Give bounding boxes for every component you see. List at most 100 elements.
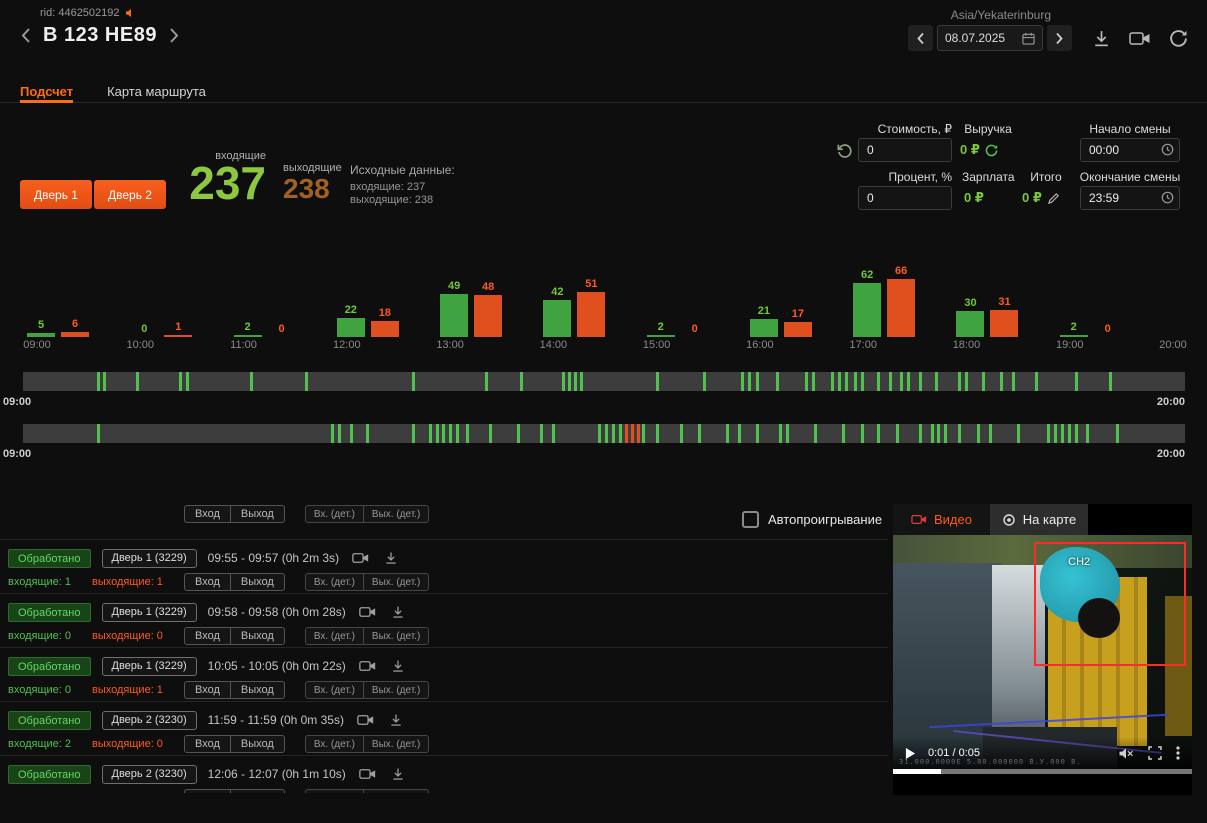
event-download-icon[interactable] (389, 604, 407, 620)
enter-det-button[interactable]: Вх. (дет.) (305, 573, 364, 591)
enter-det-button[interactable]: Вх. (дет.) (305, 789, 364, 793)
timeline-tick (838, 372, 841, 391)
door2-button[interactable]: Дверь 2 (94, 180, 166, 209)
bar-value: 2 (658, 321, 664, 333)
timeline-tick (1035, 372, 1038, 391)
video-camera-icon[interactable] (1127, 29, 1153, 48)
shift-end-input[interactable] (1080, 186, 1180, 210)
timeline-tick (568, 372, 571, 391)
video-controls: 0:01 / 0:05 (893, 737, 1192, 769)
bar-value: 49 (448, 280, 460, 292)
timeline-tick (814, 424, 817, 443)
vehicle-title: В 123 НЕ89 (43, 24, 157, 47)
timeline-tick (1109, 372, 1112, 391)
event-video-icon[interactable] (357, 605, 378, 619)
timeline-strip-2: 09:00 20:00 (3, 424, 1185, 460)
door-button[interactable]: Дверь 2 (3230) (102, 765, 197, 784)
timeline-bar-1[interactable] (23, 372, 1185, 391)
bar-value: 48 (482, 281, 494, 293)
timeline-tick (97, 372, 100, 391)
exit-det-button[interactable]: Вых. (дет.) (363, 505, 429, 523)
enter-button[interactable]: Вход (184, 735, 231, 753)
door-button[interactable]: Дверь 1 (3229) (102, 549, 197, 568)
tab-map[interactable]: На карте (990, 504, 1088, 535)
exit-det-button[interactable]: Вых. (дет.) (363, 627, 429, 645)
door-button[interactable]: Дверь 2 (3230) (102, 711, 197, 730)
timeline-tick (877, 372, 880, 391)
events-list: Вход Выход Вх. (дет.) Вых. (дет.) Обрабо… (0, 497, 888, 793)
exit-button[interactable]: Выход (230, 681, 285, 699)
enter-button[interactable]: Вход (184, 573, 231, 591)
edit-total-icon[interactable] (1047, 192, 1060, 205)
cost-input[interactable] (858, 138, 952, 162)
event-video-icon[interactable] (355, 713, 376, 727)
percent-input[interactable] (858, 186, 952, 210)
bar-in-12:00: 22 (337, 257, 365, 337)
download-report-icon[interactable] (1090, 27, 1113, 50)
tab-route-map[interactable]: Карта маршрута (107, 70, 206, 103)
more-options-icon[interactable] (1174, 744, 1182, 762)
exit-button[interactable]: Выход (230, 627, 285, 645)
exit-button[interactable]: Выход (230, 735, 285, 753)
refresh-icon[interactable] (1167, 27, 1190, 50)
exit-button[interactable]: Выход (230, 789, 285, 793)
timeline-tick (520, 372, 523, 391)
video-frame[interactable]: CH2 31.000.0000Е 5.00.000000 В.У.000 В. (893, 535, 1192, 769)
rid-alert-icon (125, 8, 135, 18)
reset-calc-icon[interactable] (836, 142, 853, 159)
enter-button[interactable]: Вход (184, 505, 231, 523)
exit-det-button[interactable]: Вых. (дет.) (363, 789, 429, 793)
timeline-tick (485, 372, 488, 391)
revenue-refresh-icon[interactable] (985, 144, 998, 157)
enter-button[interactable]: Вход (184, 789, 231, 793)
video-time: 0:01 / 0:05 (928, 747, 980, 759)
enter-button[interactable]: Вход (184, 681, 231, 699)
bar-in-13:00: 49 (440, 257, 468, 337)
exit-button[interactable]: Выход (230, 573, 285, 591)
event-download-icon[interactable] (387, 712, 405, 728)
door-button[interactable]: Дверь 1 (3229) (102, 657, 197, 676)
exit-button[interactable]: Выход (230, 505, 285, 523)
event-time: 09:58 - 09:58 (0h 0m 28s) (208, 605, 346, 619)
event-video-icon[interactable] (350, 551, 371, 565)
video-progress-bar[interactable] (893, 769, 1192, 774)
salary-label: Зарплата (962, 170, 1015, 184)
prev-vehicle-button[interactable] (18, 25, 33, 46)
next-date-button[interactable] (1047, 25, 1072, 51)
exit-det-button[interactable]: Вых. (дет.) (363, 735, 429, 753)
event-video-icon[interactable] (357, 767, 378, 781)
door1-button[interactable]: Дверь 1 (20, 180, 92, 209)
enter-button[interactable]: Вход (184, 627, 231, 645)
timeline-tick (861, 424, 864, 443)
timeline-bar-2[interactable] (23, 424, 1185, 443)
calendar-icon[interactable] (1022, 32, 1035, 45)
event-download-icon[interactable] (389, 766, 407, 782)
exit-det-button[interactable]: Вых. (дет.) (363, 681, 429, 699)
play-button[interactable] (903, 745, 918, 762)
event-download-icon[interactable] (382, 550, 400, 566)
axis-label: 15:00 (643, 339, 671, 351)
enter-det-button[interactable]: Вх. (дет.) (305, 505, 364, 523)
tab-video[interactable]: Видео (893, 504, 990, 535)
timeline-tick (338, 424, 341, 443)
timeline-tick (756, 424, 759, 443)
exit-det-button[interactable]: Вых. (дет.) (363, 573, 429, 591)
timeline-tick (756, 372, 759, 391)
prev-date-button[interactable] (908, 25, 933, 51)
bar-rect (990, 310, 1018, 337)
enter-det-button[interactable]: Вх. (дет.) (305, 627, 364, 645)
fullscreen-icon[interactable] (1146, 744, 1164, 762)
mute-icon[interactable] (1116, 745, 1136, 762)
shift-start-input[interactable] (1080, 138, 1180, 162)
event-video-icon[interactable] (357, 659, 378, 673)
next-vehicle-button[interactable] (167, 25, 182, 46)
timeline-tick (552, 424, 555, 443)
event-download-icon[interactable] (389, 658, 407, 674)
bar-rect (337, 318, 365, 337)
tab-counting[interactable]: Подсчет (20, 70, 73, 103)
enter-det-button[interactable]: Вх. (дет.) (305, 681, 364, 699)
timeline-tick (861, 372, 864, 391)
enter-det-button[interactable]: Вх. (дет.) (305, 735, 364, 753)
date-input[interactable]: 08.07.2025 (937, 25, 1043, 51)
door-button[interactable]: Дверь 1 (3229) (102, 603, 197, 622)
